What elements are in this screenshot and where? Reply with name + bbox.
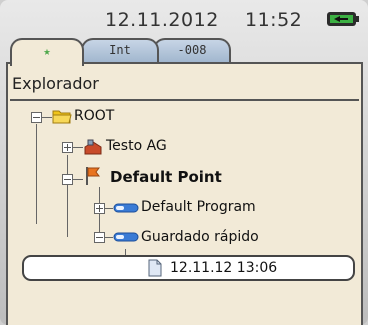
- collapse-toggle[interactable]: [94, 232, 105, 243]
- expand-toggle[interactable]: [94, 203, 105, 214]
- tree-line: [42, 117, 52, 118]
- tree-line: [73, 147, 83, 148]
- folder-icon: [52, 110, 72, 124]
- flag-icon: [86, 167, 100, 185]
- tree-line: [67, 155, 68, 237]
- document-icon: [148, 259, 162, 277]
- collapse-toggle[interactable]: [62, 174, 73, 185]
- expand-toggle[interactable]: [62, 142, 73, 153]
- panel-title: Explorador: [12, 74, 99, 93]
- program-icon: [113, 203, 139, 213]
- battery-icon: [327, 12, 359, 26]
- tab-008[interactable]: -008: [153, 38, 231, 64]
- collapse-toggle[interactable]: [31, 112, 42, 123]
- divider: [10, 99, 359, 101]
- tree-item-measurement[interactable]: 12.11.12 13:06: [170, 260, 277, 276]
- program-icon: [113, 232, 139, 242]
- tree-item-default-point[interactable]: Default Point: [110, 168, 222, 186]
- tab-home[interactable]: ★: [10, 38, 84, 66]
- tree-item-testo-ag[interactable]: Testo AG: [106, 138, 167, 154]
- explorer-panel: Explorador ROOT Testo AG Default Point D…: [6, 62, 363, 325]
- status-bar: 12.11.2012 11:52: [0, 0, 368, 40]
- status-time: 11:52: [245, 9, 303, 31]
- tree-item-root[interactable]: ROOT: [74, 108, 114, 124]
- tree-line: [36, 124, 37, 224]
- tree-line: [105, 208, 113, 209]
- company-icon: [84, 139, 102, 155]
- status-date: 12.11.2012: [105, 9, 219, 31]
- tree-line: [73, 179, 83, 180]
- device-screen: 12.11.2012 11:52 ★ Int -008 Explorador R…: [0, 0, 368, 325]
- tree-line: [105, 237, 113, 238]
- tab-int[interactable]: Int: [81, 38, 159, 64]
- tree-item-default-program[interactable]: Default Program: [141, 199, 256, 215]
- tree-item-guardado-rapido[interactable]: Guardado rápido: [141, 229, 259, 245]
- star-icon: ★: [43, 44, 51, 58]
